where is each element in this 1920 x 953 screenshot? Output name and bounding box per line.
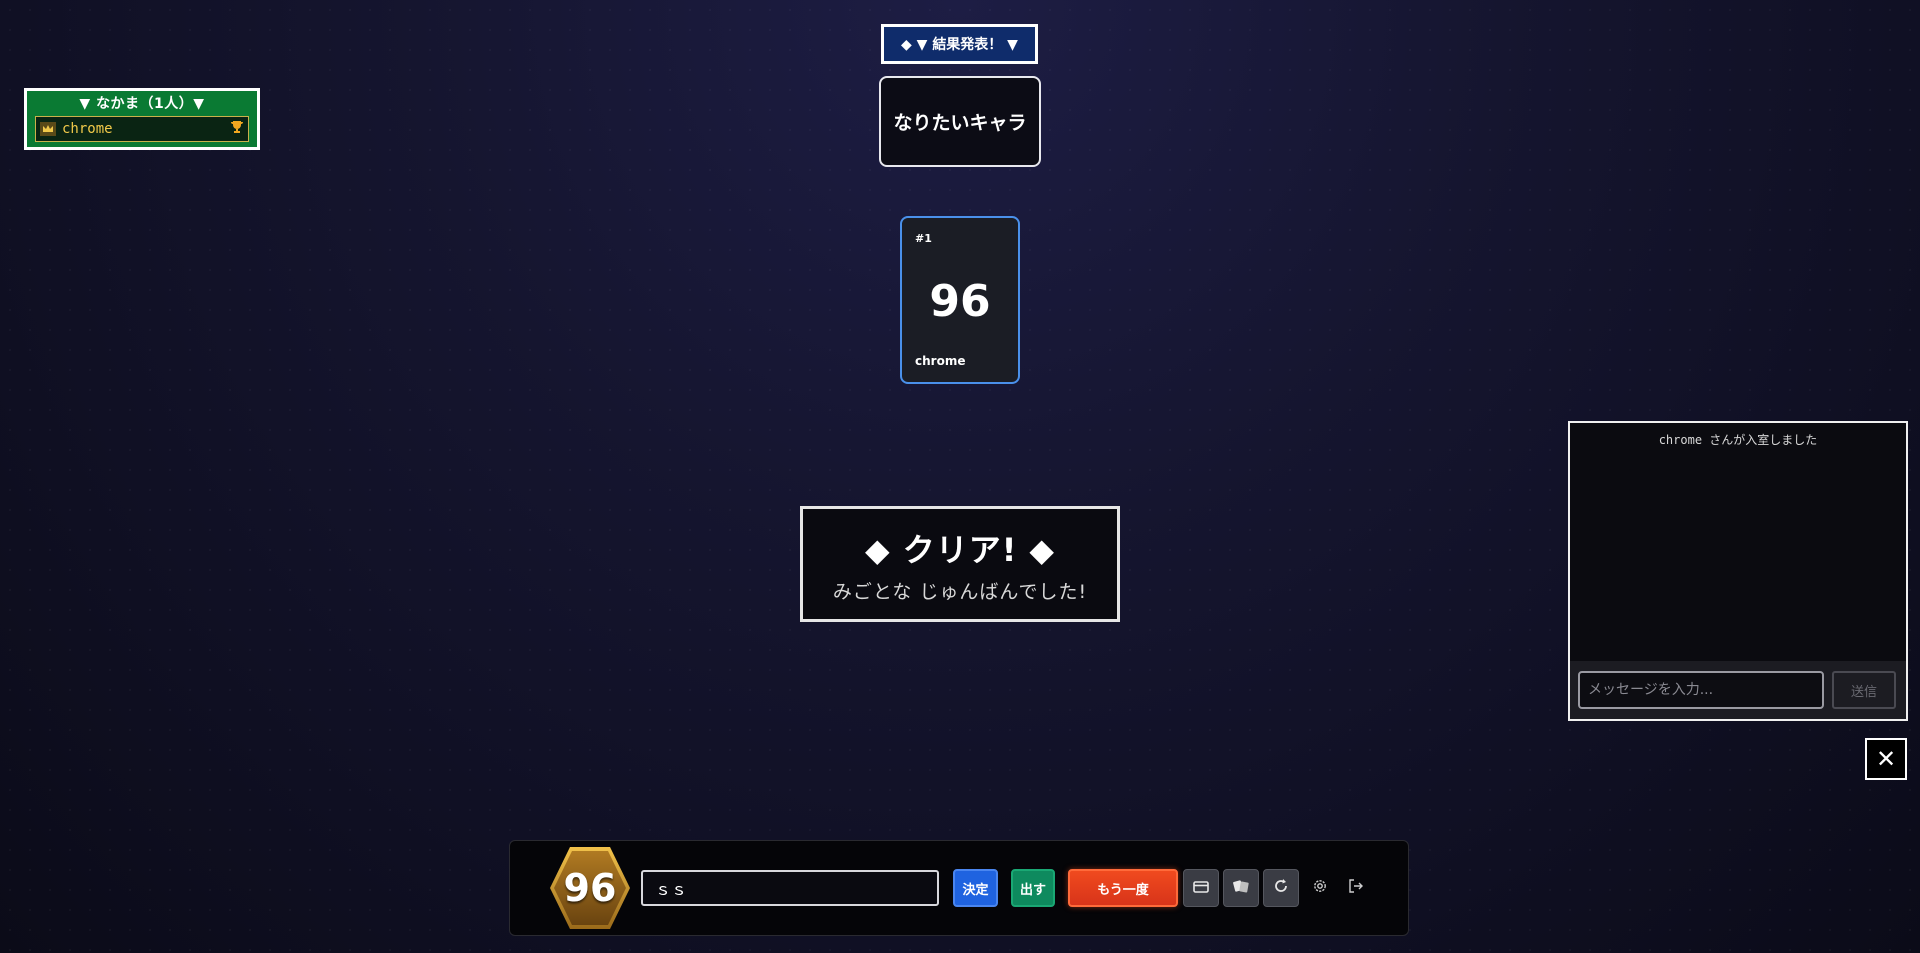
my-number: 96	[554, 851, 626, 925]
clear-title: ◆ クリア! ◆	[864, 531, 1056, 569]
clear-subtitle: みごとな じゅんばんでした!	[832, 581, 1088, 603]
gear-icon	[1312, 878, 1328, 898]
chat-send-button[interactable]: 送信	[1832, 671, 1896, 709]
bottom-bar: 96 決定 出す もう一度	[509, 840, 1409, 936]
cards-icon	[1232, 878, 1250, 898]
card-button[interactable]	[1183, 869, 1219, 907]
refresh-button[interactable]	[1263, 869, 1299, 907]
exit-icon	[1348, 878, 1364, 898]
exit-button[interactable]	[1345, 877, 1367, 899]
clear-banner: ◆ クリア! ◆ みごとな じゅんばんでした!	[800, 506, 1120, 622]
crown-icon	[40, 122, 56, 136]
close-button[interactable]: ✕	[1865, 738, 1907, 780]
my-number-badge: 96	[550, 847, 630, 929]
chat-footer: 送信	[1570, 661, 1906, 719]
cards-button[interactable]	[1223, 869, 1259, 907]
word-input[interactable]	[641, 870, 939, 906]
refresh-icon	[1273, 878, 1289, 898]
card-icon	[1193, 879, 1209, 898]
settings-button[interactable]	[1309, 877, 1331, 899]
party-panel: ▼ なかま（1人）▼ chrome	[24, 88, 260, 150]
party-title: ▼ なかま（1人）▼	[79, 96, 205, 112]
result-header: ◆ ▼ 結果発表！ ▼	[881, 24, 1038, 64]
card-rank: #1	[915, 232, 932, 245]
play-button[interactable]: 出す	[1011, 869, 1055, 907]
party-member-row: chrome	[35, 116, 249, 142]
chat-input[interactable]	[1578, 671, 1824, 709]
card-player-name: chrome	[915, 354, 966, 368]
chat-panel: chrome さんが入室しました 送信	[1568, 421, 1908, 721]
trophy-icon	[230, 120, 244, 138]
theme-box: なりたいキャラ	[879, 76, 1041, 167]
chat-log[interactable]: chrome さんが入室しました	[1570, 423, 1906, 661]
played-card: #1 96 chrome	[900, 216, 1020, 384]
party-member-name: chrome	[62, 121, 113, 137]
decide-button[interactable]: 決定	[953, 869, 998, 907]
play-again-button[interactable]: もう一度	[1068, 869, 1178, 907]
chat-message: chrome さんが入室しました	[1658, 433, 1818, 447]
card-number: 96	[929, 276, 991, 327]
